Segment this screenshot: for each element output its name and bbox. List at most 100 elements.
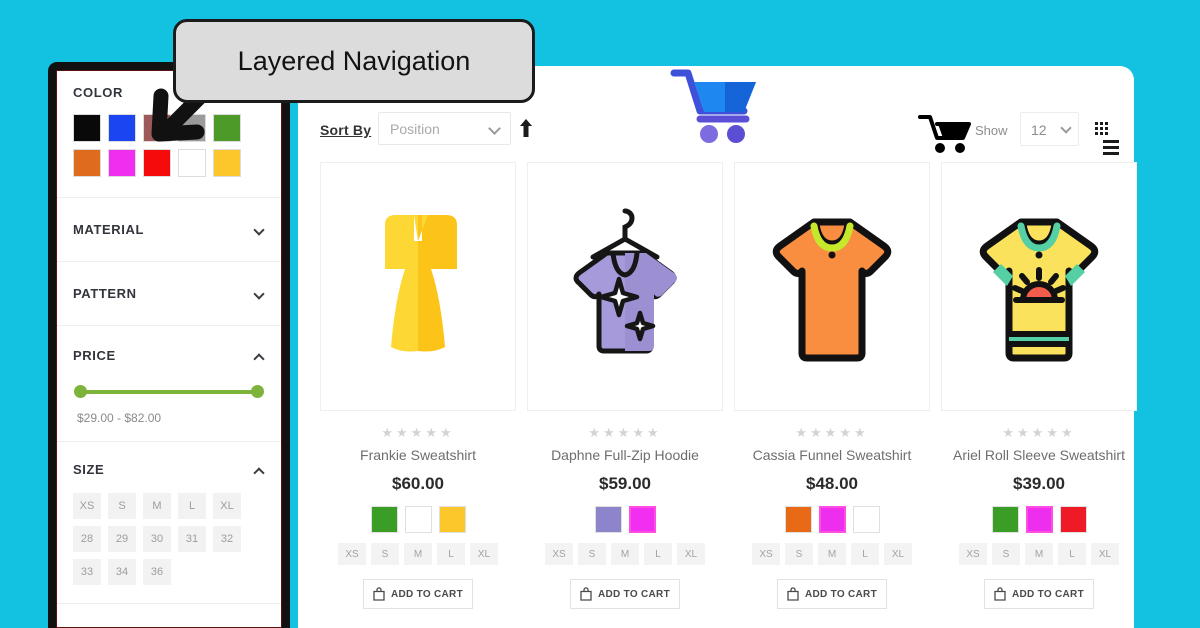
color-swatch-green[interactable] — [370, 506, 398, 533]
list-view-icon[interactable] — [1103, 140, 1119, 155]
size-option-l[interactable]: L — [851, 543, 879, 565]
color-swatch-yellow[interactable] — [438, 506, 466, 533]
size-filter-36[interactable]: 36 — [143, 559, 171, 585]
size-option-s[interactable]: S — [578, 543, 606, 565]
product-name[interactable]: Cassia Funnel Sweatshirt — [734, 447, 930, 463]
filter-swatch-blue[interactable] — [108, 114, 136, 142]
size-filter-xl[interactable]: XL — [213, 493, 241, 519]
product-grid: ★★★★★ Frankie Sweatshirt $60.00 XS S M L… — [320, 162, 1137, 609]
color-swatch-magenta[interactable] — [1025, 506, 1053, 533]
chevron-down-icon — [488, 122, 501, 135]
grid-view-icon[interactable] — [1095, 122, 1110, 137]
filter-swatch-white[interactable] — [178, 149, 206, 177]
price-range-slider[interactable] — [74, 385, 264, 399]
price-slider-min-handle[interactable] — [74, 385, 87, 398]
size-option-s[interactable]: S — [785, 543, 813, 565]
size-filter-29[interactable]: 29 — [108, 526, 136, 552]
size-filter-m[interactable]: M — [143, 493, 171, 519]
product-image[interactable] — [734, 162, 930, 411]
filter-block-size: SIZE XS S M L XL 28 29 30 31 32 33 34 36 — [57, 442, 281, 604]
product-name[interactable]: Ariel Roll Sleeve Sweatshirt — [941, 447, 1137, 463]
product-card[interactable]: ★★★★★ Daphne Full-Zip Hoodie $59.00 XS S… — [527, 162, 723, 609]
chevron-up-icon — [253, 467, 265, 479]
product-card[interactable]: ★★★★★ Frankie Sweatshirt $60.00 XS S M L… — [320, 162, 516, 609]
filter-header-pattern[interactable]: PATTERN — [57, 262, 281, 325]
size-filter-28[interactable]: 28 — [73, 526, 101, 552]
product-name[interactable]: Frankie Sweatshirt — [320, 447, 516, 463]
sort-direction-button[interactable] — [518, 118, 534, 138]
size-filter-30[interactable]: 30 — [143, 526, 171, 552]
size-option-xl[interactable]: XL — [470, 543, 498, 565]
product-image[interactable] — [320, 162, 516, 411]
size-filter-34[interactable]: 34 — [108, 559, 136, 585]
filter-header-size[interactable]: SIZE — [57, 442, 281, 489]
product-color-swatches — [320, 506, 516, 533]
size-filter-xs[interactable]: XS — [73, 493, 101, 519]
price-slider-max-handle[interactable] — [251, 385, 264, 398]
size-filter-31[interactable]: 31 — [178, 526, 206, 552]
size-option-m[interactable]: M — [818, 543, 846, 565]
product-name[interactable]: Daphne Full-Zip Hoodie — [527, 447, 723, 463]
color-swatch-green[interactable] — [991, 506, 1019, 533]
show-label: Show — [975, 123, 1008, 138]
size-option-l[interactable]: L — [1058, 543, 1086, 565]
color-swatch-red[interactable] — [1059, 506, 1087, 533]
orange-tshirt-icon — [772, 218, 892, 361]
size-option-xl[interactable]: XL — [1091, 543, 1119, 565]
color-swatch-magenta[interactable] — [818, 506, 846, 533]
color-swatch-orange[interactable] — [784, 506, 812, 533]
color-swatch-magenta[interactable] — [628, 506, 656, 533]
color-swatch-purple[interactable] — [594, 506, 622, 533]
product-image[interactable] — [527, 162, 723, 411]
size-option-xl[interactable]: XL — [884, 543, 912, 565]
color-swatch-white[interactable] — [404, 506, 432, 533]
yellow-dress-icon — [385, 214, 457, 351]
filter-swatch-yellow[interactable] — [213, 149, 241, 177]
add-to-cart-label: ADD TO CART — [390, 588, 463, 600]
filter-header-price[interactable]: PRICE — [57, 326, 281, 375]
size-option-s[interactable]: S — [371, 543, 399, 565]
filter-swatch-orange[interactable] — [73, 149, 101, 177]
sort-by-select[interactable]: Position — [378, 112, 511, 145]
bag-icon — [580, 587, 592, 601]
size-option-s[interactable]: S — [992, 543, 1020, 565]
product-color-swatches — [734, 506, 930, 533]
size-option-m[interactable]: M — [404, 543, 432, 565]
filter-swatch-black[interactable] — [73, 114, 101, 142]
product-card[interactable]: ★★★★★ Cassia Funnel Sweatshirt $48.00 XS… — [734, 162, 930, 609]
yellow-tshirt-sun-icon — [979, 218, 1099, 361]
size-filter-33[interactable]: 33 — [73, 559, 101, 585]
filter-header-material[interactable]: MATERIAL — [57, 198, 281, 261]
filter-swatch-magenta[interactable] — [108, 149, 136, 177]
add-to-cart-button[interactable]: ADD TO CART — [363, 579, 473, 609]
product-image[interactable] — [941, 162, 1137, 411]
color-swatch-white[interactable] — [852, 506, 880, 533]
cart-summary-icon-wrap[interactable] — [918, 112, 974, 161]
size-filter-32[interactable]: 32 — [213, 526, 241, 552]
size-option-m[interactable]: M — [1025, 543, 1053, 565]
size-filter-s[interactable]: S — [108, 493, 136, 519]
size-option-xs[interactable]: XS — [545, 543, 573, 565]
chevron-down-icon — [253, 288, 265, 300]
size-option-xl[interactable]: XL — [677, 543, 705, 565]
add-to-cart-button[interactable]: ADD TO CART — [570, 579, 680, 609]
size-option-l[interactable]: L — [437, 543, 465, 565]
add-to-cart-button[interactable]: ADD TO CART — [777, 579, 887, 609]
size-option-xs[interactable]: XS — [752, 543, 780, 565]
rating-stars: ★★★★★ — [795, 425, 869, 440]
size-option-l[interactable]: L — [644, 543, 672, 565]
show-per-page-select[interactable]: 12 — [1020, 112, 1079, 146]
layered-navigation-sidebar: COLOR MATERIAL PATTERN PRICE $29.00 - $8… — [56, 70, 282, 628]
size-option-xs[interactable]: XS — [338, 543, 366, 565]
size-filter-l[interactable]: L — [178, 493, 206, 519]
size-option-xs[interactable]: XS — [959, 543, 987, 565]
add-to-cart-button[interactable]: ADD TO CART — [984, 579, 1094, 609]
size-option-m[interactable]: M — [611, 543, 639, 565]
filter-swatch-red[interactable] — [143, 149, 171, 177]
price-slider-track — [75, 390, 263, 394]
product-card[interactable]: ★★★★★ Ariel Roll Sleeve Sweatshirt $39.0… — [941, 162, 1137, 609]
product-color-swatches — [941, 506, 1137, 533]
add-to-cart-label: ADD TO CART — [597, 588, 670, 600]
callout-text: Layered Navigation — [237, 45, 471, 76]
shopping-cart-icon — [918, 115, 971, 153]
